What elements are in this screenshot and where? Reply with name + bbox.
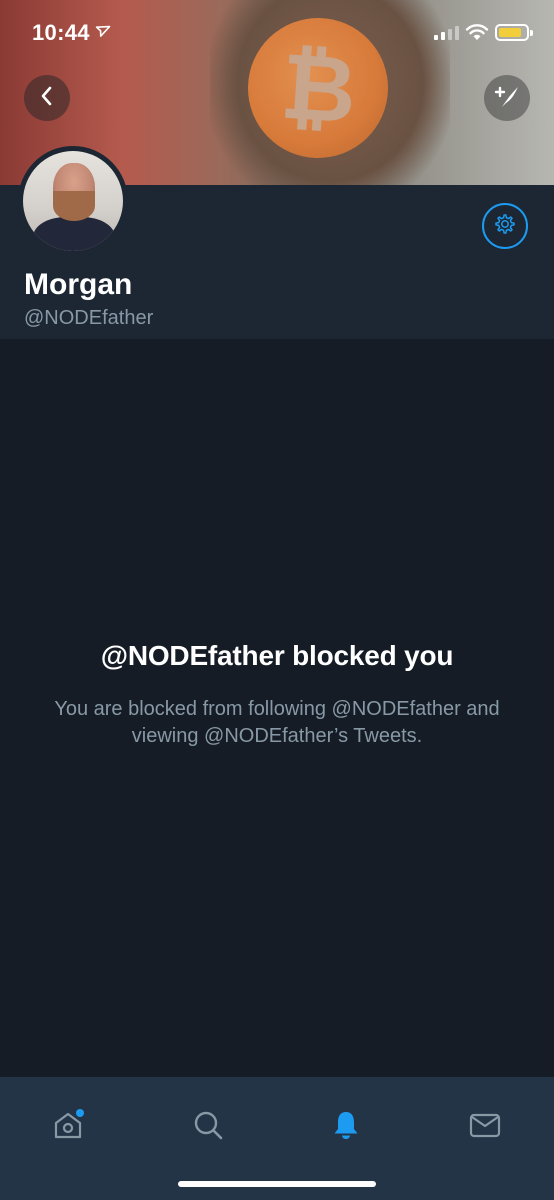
- back-button[interactable]: [24, 75, 70, 121]
- avatar-photo: [23, 151, 123, 251]
- status-bar: 10:44: [0, 0, 554, 60]
- profile-handle: @NODEfather: [24, 307, 154, 329]
- gear-icon: [493, 212, 517, 241]
- tab-messages[interactable]: [455, 1097, 515, 1157]
- cellular-signal-icon: [434, 26, 459, 40]
- status-time: 10:44: [32, 20, 90, 45]
- chevron-left-icon: [38, 85, 56, 112]
- tab-search[interactable]: [178, 1097, 238, 1157]
- tab-home[interactable]: [38, 1097, 98, 1157]
- home-indicator[interactable]: [178, 1181, 376, 1187]
- search-icon: [191, 1108, 225, 1147]
- envelope-icon: [468, 1108, 502, 1147]
- bell-icon: [329, 1108, 363, 1147]
- compose-tweet-button[interactable]: [484, 75, 530, 121]
- battery-icon: [495, 24, 533, 41]
- profile-name: Morgan: [24, 268, 133, 301]
- tab-notifications[interactable]: [316, 1097, 376, 1157]
- compose-feather-icon: [492, 81, 522, 116]
- home-notification-badge: [76, 1109, 84, 1117]
- profile-settings-button[interactable]: [482, 203, 528, 249]
- avatar[interactable]: [18, 146, 128, 256]
- location-arrow-icon: [91, 21, 111, 44]
- blocked-message: You are blocked from following @NODEfath…: [54, 698, 500, 747]
- wifi-icon: [465, 22, 489, 47]
- blocked-title: @NODEfather blocked you: [100, 640, 454, 671]
